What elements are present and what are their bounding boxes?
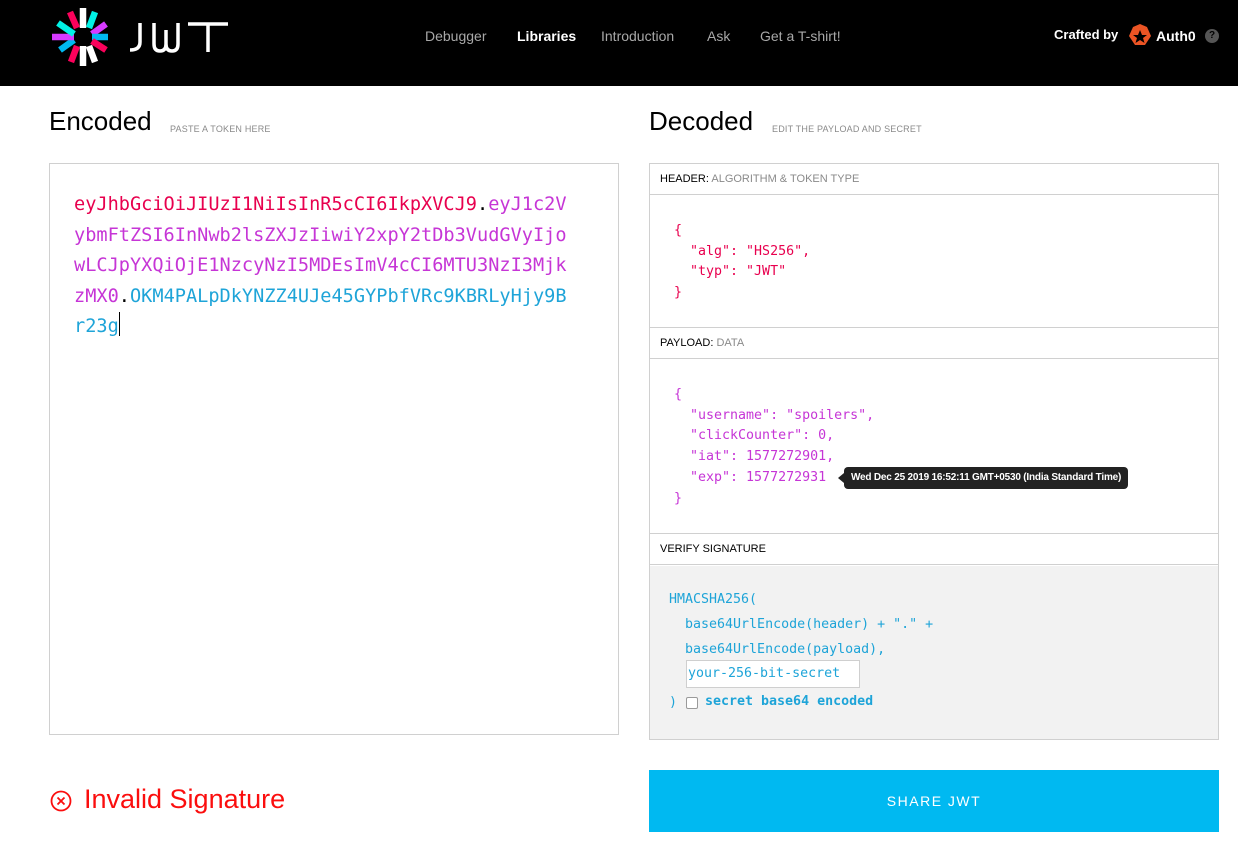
base64-checkbox[interactable] [686, 697, 698, 709]
payload-json-editor[interactable]: { "username": "spoilers", "clickCounter"… [674, 385, 874, 509]
nav-libraries[interactable]: Libraries [517, 28, 576, 44]
decoded-panel: HEADER: ALGORITHM & TOKEN TYPE { "alg": … [649, 163, 1219, 740]
secret-input[interactable]: your-256-bit-secret [686, 660, 860, 688]
top-navigation-bar: Debugger Libraries Introduction Ask Get … [0, 0, 1238, 86]
token-signature-part: OKM4PALpDkYNZZ4UJe45GYPbfVRc9KBRLyHjy9Br… [74, 285, 567, 338]
decoded-title: Decoded [649, 106, 754, 136]
verify-closing-paren: ) [669, 695, 678, 710]
token-dot: . [477, 194, 489, 215]
base64-checkbox-label[interactable]: secret base64 encoded [705, 694, 873, 709]
nav-introduction[interactable]: Introduction [601, 28, 674, 44]
decoded-subtitle: EDIT THE PAYLOAD AND SECRET [772, 124, 922, 134]
header-section-title: HEADER: ALGORITHM & TOKEN TYPE [650, 164, 1218, 195]
header-section-label: HEADER: [660, 173, 709, 185]
header-section-sub: ALGORITHM & TOKEN TYPE [711, 173, 860, 185]
token-header-part: eyJhbGciOiJIUzI1NiIsInR5cCI6IkpXVCJ9 [74, 194, 477, 215]
token-dot: . [118, 285, 130, 307]
payload-section-sub: DATA [716, 337, 745, 349]
encoded-token[interactable]: eyJhbGciOiJIUzI1NiIsInR5cCI6IkpXVCJ9.eyJ… [74, 190, 574, 343]
encoded-title: Encoded [49, 106, 152, 136]
exp-date-tooltip: Wed Dec 25 2019 16:52:11 GMT+0530 (India… [844, 467, 1128, 489]
signature-status: Invalid Signature [84, 784, 286, 814]
verify-line-payload: base64UrlEncode(payload), [669, 642, 886, 657]
nav-debugger[interactable]: Debugger [425, 28, 487, 44]
jwt-wordmark [129, 22, 228, 53]
verify-line-header: base64UrlEncode(header) + "." + [669, 617, 934, 632]
text-caret [118, 312, 120, 336]
nav-get-tshirt[interactable]: Get a T-shirt! [760, 28, 841, 44]
share-jwt-button[interactable]: SHARE JWT [649, 770, 1219, 832]
encoded-token-textarea[interactable]: eyJhbGciOiJIUzI1NiIsInR5cCI6IkpXVCJ9.eyJ… [49, 163, 619, 735]
help-icon[interactable]: ? [1205, 29, 1219, 43]
verify-signature-area: HMACSHA256( base64UrlEncode(header) + ".… [650, 566, 1218, 739]
encoded-subtitle: PASTE A TOKEN HERE [170, 124, 271, 134]
auth0-shield-icon[interactable] [1128, 23, 1152, 47]
payload-section-title: PAYLOAD: DATA [650, 328, 1218, 359]
payload-section-label: PAYLOAD: [660, 337, 714, 349]
verify-section-label: VERIFY SIGNATURE [660, 543, 766, 555]
auth0-link[interactable]: Auth0 [1156, 28, 1196, 44]
header-json-editor[interactable]: { "alg": "HS256", "typ": "JWT" } [674, 221, 810, 304]
invalid-x-circle-icon [50, 790, 72, 812]
verify-section-title: VERIFY SIGNATURE [650, 534, 1218, 565]
jwt-flower-icon[interactable] [48, 6, 110, 68]
verify-line-hmac: HMACSHA256( [669, 592, 758, 607]
nav-ask[interactable]: Ask [707, 28, 730, 44]
crafted-by-label: Crafted by [1054, 27, 1119, 42]
